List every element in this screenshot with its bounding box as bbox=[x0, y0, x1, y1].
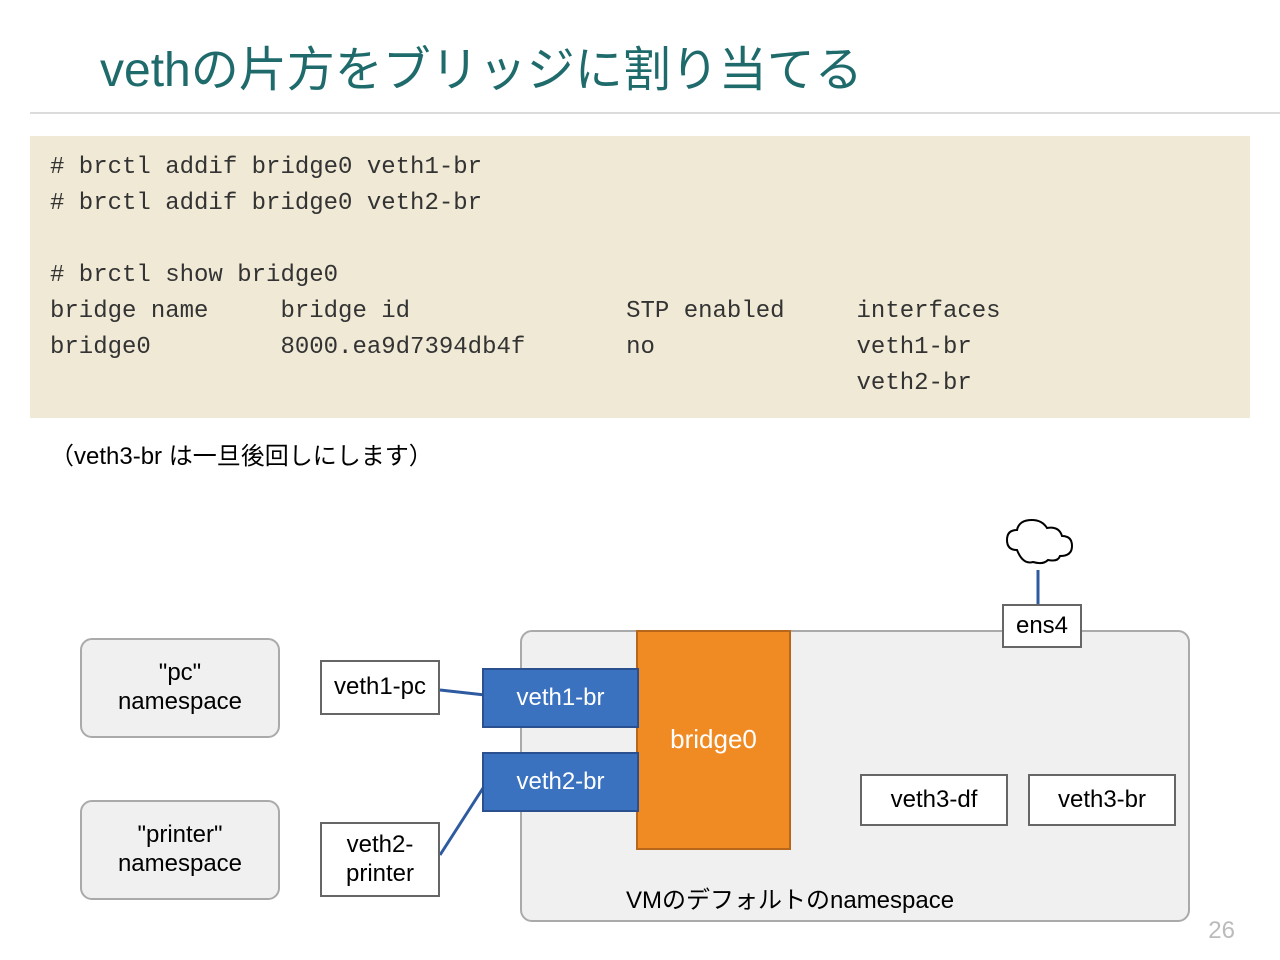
bridge0-box: bridge0 bbox=[636, 630, 791, 850]
code-block: # brctl addif bridge0 veth1-br # brctl a… bbox=[30, 136, 1250, 418]
ens4-box: ens4 bbox=[1002, 604, 1082, 648]
page-number: 26 bbox=[1208, 917, 1235, 945]
veth2-br-box: veth2-br bbox=[482, 752, 639, 812]
veth3-df-box: veth3-df bbox=[860, 774, 1008, 826]
veth1-br-box: veth1-br bbox=[482, 668, 639, 728]
vm-namespace-label: VMのデフォルトのnamespace bbox=[626, 880, 954, 915]
printer-namespace-box: "printer" namespace bbox=[80, 800, 280, 900]
veth1-pc-box: veth1-pc bbox=[320, 660, 440, 715]
cloud-icon bbox=[1007, 520, 1072, 563]
note-text: （veth3-br は一旦後回しにします） bbox=[50, 436, 1280, 471]
veth3-br-box: veth3-br bbox=[1028, 774, 1176, 826]
veth2-printer-box: veth2- printer bbox=[320, 822, 440, 897]
pc-namespace-box: "pc" namespace bbox=[80, 638, 280, 738]
divider bbox=[30, 112, 1280, 114]
network-diagram: "pc" namespace "printer" namespace veth1… bbox=[0, 520, 1280, 950]
slide-title: vethの片方をブリッジに割り当てる bbox=[0, 0, 1280, 112]
